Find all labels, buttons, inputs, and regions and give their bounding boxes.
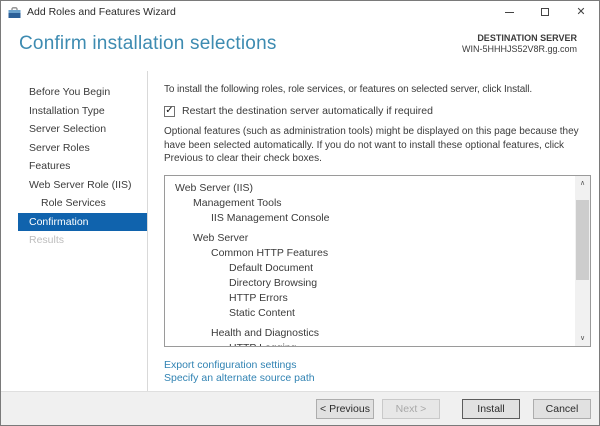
page-title: Confirm installation selections [19, 33, 277, 71]
maximize-button[interactable] [527, 1, 563, 23]
tree-item: Static Content [165, 306, 575, 321]
tree-item: Directory Browsing [165, 276, 575, 291]
add-roles-features-wizard-window: Add Roles and Features Wizard ✕ Confirm … [0, 0, 600, 426]
tree-item: IIS Management Console [165, 211, 575, 226]
restart-checkbox[interactable]: ✓ [164, 106, 175, 117]
wizard-body: Before You BeginInstallation TypeServer … [1, 71, 599, 391]
window-title: Add Roles and Features Wizard [27, 6, 491, 18]
restart-checkbox-label: Restart the destination server automatic… [182, 105, 433, 117]
sidebar-item-web-server-role-iis[interactable]: Web Server Role (IIS) [1, 176, 147, 195]
previous-button[interactable]: < Previous [316, 399, 374, 419]
minimize-icon [505, 12, 514, 13]
alternate-source-path-link[interactable]: Specify an alternate source path [164, 372, 315, 386]
destination-server-name: WIN-5HHHJS52V8R.gg.com [462, 44, 577, 55]
app-icon [8, 6, 21, 19]
tree-item: Health and Diagnostics [165, 326, 575, 341]
instruction-text: To install the following roles, role ser… [164, 83, 591, 96]
scrollbar-thumb[interactable] [576, 200, 589, 280]
selections-tree: Web Server (IIS)Management ToolsIIS Mana… [165, 176, 575, 346]
confirmation-page: To install the following roles, role ser… [148, 71, 599, 391]
close-icon: ✕ [576, 7, 585, 18]
tree-item: Common HTTP Features [165, 246, 575, 261]
tree-item: Default Document [165, 261, 575, 276]
sidebar-item-before-you-begin[interactable]: Before You Begin [1, 83, 147, 102]
tree-item: Management Tools [165, 196, 575, 211]
checkmark-icon: ✓ [165, 106, 173, 116]
destination-server-label: DESTINATION SERVER [462, 33, 577, 44]
sidebar-item-confirmation[interactable]: Confirmation [18, 213, 147, 232]
cancel-button[interactable]: Cancel [533, 399, 591, 419]
sidebar-item-server-selection[interactable]: Server Selection [1, 120, 147, 139]
restart-checkbox-row: ✓ Restart the destination server automat… [164, 105, 591, 117]
tree-item: Web Server [165, 231, 575, 246]
tree-item: HTTP Errors [165, 291, 575, 306]
destination-server-block: DESTINATION SERVER WIN-5HHHJS52V8R.gg.co… [462, 33, 577, 71]
scroll-down-button[interactable]: ∨ [575, 331, 590, 346]
next-button: Next > [382, 399, 440, 419]
footer-buttons: < Previous Next > Install Cancel [1, 391, 599, 425]
export-configuration-link[interactable]: Export configuration settings [164, 359, 297, 373]
install-button[interactable]: Install [462, 399, 520, 419]
sidebar-item-server-roles[interactable]: Server Roles [1, 139, 147, 158]
sidebar-item-installation-type[interactable]: Installation Type [1, 102, 147, 121]
minimize-button[interactable] [491, 1, 527, 23]
maximize-icon [541, 8, 549, 16]
title-bar: Add Roles and Features Wizard ✕ [1, 1, 599, 23]
wizard-header: Confirm installation selections DESTINAT… [1, 23, 599, 71]
installation-selections-list: Web Server (IIS)Management ToolsIIS Mana… [164, 175, 591, 347]
tree-item: Web Server (IIS) [165, 181, 575, 196]
scrollbar[interactable]: ∧ ∨ [575, 176, 590, 346]
close-button[interactable]: ✕ [563, 1, 599, 23]
sidebar-item-features[interactable]: Features [1, 157, 147, 176]
tree-item: HTTP Logging [165, 341, 575, 346]
optional-features-note: Optional features (such as administratio… [164, 125, 591, 166]
sidebar-item-results: Results [1, 231, 147, 250]
links: Export configuration settingsSpecify an … [164, 359, 591, 386]
scroll-up-button[interactable]: ∧ [575, 176, 590, 191]
sidebar-item-role-services[interactable]: Role Services [1, 194, 147, 213]
wizard-nav: Before You BeginInstallation TypeServer … [1, 71, 148, 391]
